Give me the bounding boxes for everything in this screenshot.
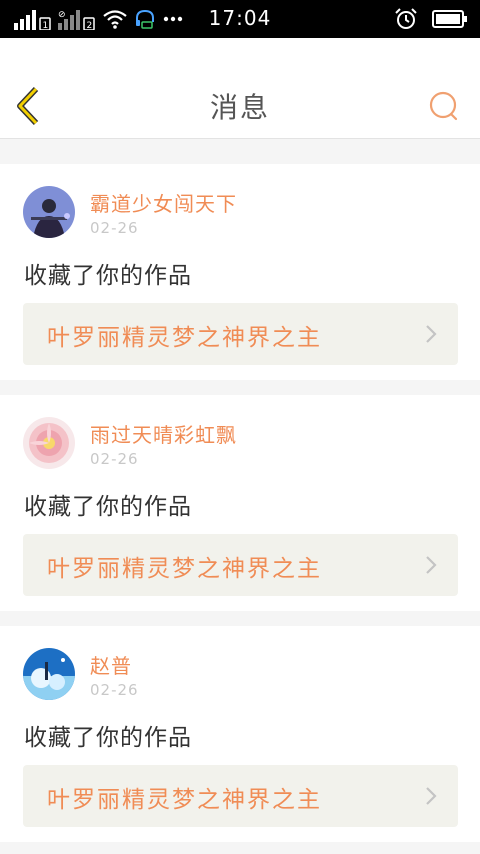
message-card: 雨过天晴彩虹飘 02-26 收藏了你的作品 叶罗丽精灵梦之神界之主 — [0, 395, 480, 611]
avatar[interactable] — [23, 186, 75, 238]
work-title: 叶罗丽精灵梦之神界之主 — [47, 325, 322, 351]
username[interactable]: 霸道少女闯天下 — [90, 188, 237, 217]
battery-icon — [432, 10, 467, 28]
action-text: 收藏了你的作品 — [24, 725, 192, 751]
header-bar: 消息 — [0, 38, 480, 139]
message-card: 赵普 02-26 收藏了你的作品 叶罗丽精灵梦之神界之主 — [0, 626, 480, 842]
status-bar: 1 ⊘ 2 17:04 — [0, 0, 480, 38]
action-text: 收藏了你的作品 — [24, 494, 192, 520]
work-link[interactable]: 叶罗丽精灵梦之神界之主 — [23, 765, 458, 827]
avatar[interactable] — [23, 648, 75, 700]
message-date: 02-26 — [90, 450, 139, 468]
message-date: 02-26 — [90, 219, 139, 237]
message-date: 02-26 — [90, 681, 139, 699]
username[interactable]: 雨过天晴彩虹飘 — [90, 419, 237, 448]
work-link[interactable]: 叶罗丽精灵梦之神界之主 — [23, 303, 458, 365]
chevron-right-icon — [426, 556, 437, 574]
alarm-icon — [395, 8, 417, 29]
avatar[interactable] — [23, 417, 75, 469]
page-title: 消息 — [209, 91, 270, 124]
username[interactable]: 赵普 — [90, 650, 132, 679]
status-right — [394, 7, 468, 31]
action-text: 收藏了你的作品 — [24, 263, 192, 289]
work-title: 叶罗丽精灵梦之神界之主 — [47, 787, 322, 813]
message-card: 霸道少女闯天下 02-26 收藏了你的作品 叶罗丽精灵梦之神界之主 — [0, 164, 480, 380]
work-title: 叶罗丽精灵梦之神界之主 — [47, 556, 322, 582]
search-icon[interactable] — [428, 90, 460, 122]
chevron-right-icon — [426, 787, 437, 805]
work-link[interactable]: 叶罗丽精灵梦之神界之主 — [23, 534, 458, 596]
chevron-right-icon — [426, 325, 437, 343]
